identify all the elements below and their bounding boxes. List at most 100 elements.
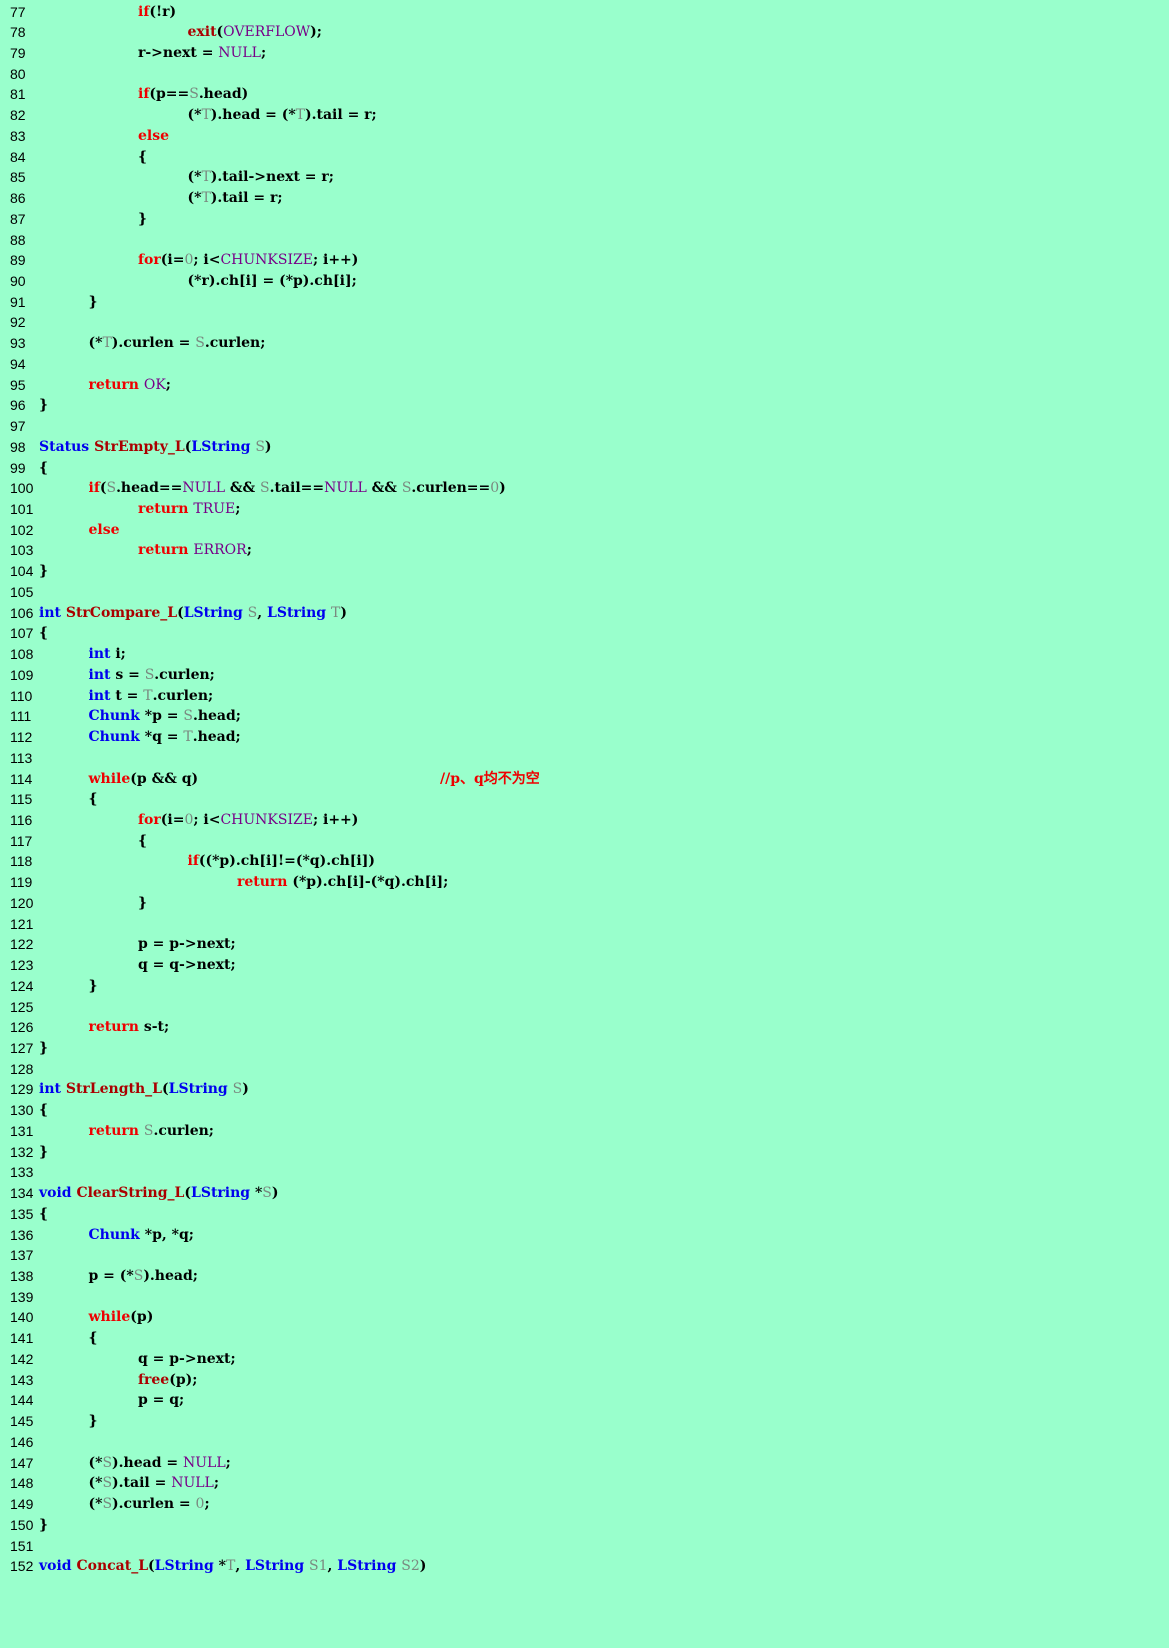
code-text: (*	[187, 107, 202, 124]
code-text: .curlen;	[154, 666, 215, 683]
code-text: (	[177, 604, 184, 621]
line-number: 132	[10, 1143, 34, 1160]
code-line: 124}	[0, 976, 1169, 998]
line-number: 135	[10, 1205, 34, 1222]
type-name: LString	[267, 604, 327, 621]
code-line: 101 return TRUE;	[0, 499, 1169, 521]
constant: TRUE	[193, 501, 236, 518]
line-number: 149	[10, 1496, 34, 1513]
code-text: }	[39, 1143, 49, 1160]
keyword: else	[138, 127, 170, 144]
code-text: p = p->next;	[138, 936, 236, 953]
code-content: return (*p).ch[i]-(*q).ch[i];	[237, 872, 448, 894]
line-number: 77	[10, 3, 26, 20]
code-content: void Concat_L(LString *T, LString S1, LS…	[39, 1556, 426, 1578]
line-number: 130	[10, 1102, 34, 1119]
code-content: p = p->next;	[138, 934, 236, 956]
code-line: 105	[0, 582, 1169, 604]
code-text: ;	[165, 376, 171, 393]
code-content: else	[138, 126, 169, 148]
code-line: 115 {	[0, 789, 1169, 811]
line-number: 103	[10, 542, 34, 559]
line-number: 84	[10, 148, 26, 165]
code-line: 127}	[0, 1038, 1169, 1060]
code-line: 108 int i;	[0, 644, 1169, 666]
function-name: Concat_L	[76, 1558, 149, 1575]
line-number: 108	[10, 646, 34, 663]
code-line: 135 {	[0, 1204, 1169, 1226]
parameter: S	[143, 1122, 154, 1139]
code-text: r->next =	[138, 44, 219, 61]
code-text: )	[242, 1081, 249, 1098]
code-text: ;	[204, 1496, 210, 1513]
line-number: 81	[10, 86, 26, 103]
parameter: S	[401, 480, 412, 497]
parameter: T	[201, 107, 211, 124]
code-content: int s = S.curlen;	[89, 665, 215, 687]
code-content: return TRUE;	[138, 499, 240, 521]
function-name: StrCompare_L	[65, 604, 178, 621]
code-line: 144 p = q;	[0, 1390, 1169, 1412]
line-number: 88	[10, 231, 26, 248]
parameter: S	[102, 1454, 113, 1471]
code-text: }	[88, 1413, 98, 1430]
code-line: 92	[0, 312, 1169, 334]
line-number: 124	[10, 977, 34, 994]
code-text: (*	[187, 169, 202, 186]
code-line: 152 void Concat_L(LString *T, LString S1,…	[0, 1556, 1169, 1578]
code-content: return ERROR;	[138, 540, 252, 562]
code-line: 123 q = q->next;	[0, 955, 1169, 977]
code-text: (i=	[160, 811, 185, 828]
line-number: 123	[10, 957, 34, 974]
code-line: 116 for(i=0; i<CHUNKSIZE; i++)	[0, 810, 1169, 832]
code-text: (p)	[130, 1309, 154, 1326]
code-content: (*S).curlen = 0;	[89, 1494, 210, 1516]
code-line: 122 p = p->next;	[0, 934, 1169, 956]
line-number: 131	[10, 1122, 34, 1139]
function-name: exit	[187, 24, 217, 41]
code-line: 83 else	[0, 126, 1169, 148]
type-name: int	[39, 1081, 61, 1098]
code-content: for(i=0; i<CHUNKSIZE; i++)	[138, 250, 358, 272]
line-number: 137	[10, 1247, 34, 1264]
code-content: {	[39, 458, 48, 480]
line-number: 110	[10, 687, 33, 704]
keyword: else	[88, 521, 120, 538]
code-text: {	[88, 1330, 98, 1347]
parameter: T	[225, 1558, 236, 1575]
code-text: ,	[327, 1558, 338, 1575]
line-number: 140	[10, 1309, 34, 1326]
constant: NULL	[182, 480, 225, 497]
code-text: .tail==	[269, 480, 325, 497]
code-line: 138 p = (*S).head;	[0, 1266, 1169, 1288]
code-content: {	[39, 1204, 48, 1226]
code-editor[interactable]: 77 if(!r) 78 exit(OVERFLOW); 79 r->next = NUL…	[0, 0, 1169, 1648]
code-line: 79 r->next = NULL;	[0, 43, 1169, 65]
code-line: 114 while(p && q) //p、q均不为空	[0, 769, 1169, 791]
code-content: q = q->next;	[138, 955, 236, 977]
parameter: S	[102, 1475, 113, 1492]
code-text: .head;	[192, 729, 241, 746]
code-line: 103 return ERROR;	[0, 540, 1169, 562]
code-text: );	[310, 24, 322, 41]
code-text: }	[39, 397, 49, 414]
code-content: }	[39, 1142, 48, 1164]
line-number: 151	[10, 1537, 34, 1554]
code-content: return S.curlen;	[89, 1121, 214, 1143]
code-text: i;	[110, 646, 126, 663]
code-content: Chunk *p = S.head;	[89, 706, 241, 728]
type-name: LString	[183, 604, 243, 621]
line-number: 98	[10, 438, 26, 455]
type-name: int	[39, 604, 61, 621]
code-content: }	[89, 976, 98, 998]
parameter: T	[201, 169, 211, 186]
code-line: 133	[0, 1162, 1169, 1184]
type-name: LString	[245, 1558, 305, 1575]
code-content: if(S.head==NULL && S.tail==NULL && S.cur…	[89, 478, 506, 500]
line-number: 134	[10, 1185, 34, 1202]
code-text: )	[419, 1558, 427, 1575]
code-line: 85 (*T).tail->next = r;	[0, 167, 1169, 189]
code-text: *q =	[139, 729, 184, 746]
code-text: *	[250, 1185, 263, 1202]
code-text: ).tail =	[112, 1475, 172, 1492]
